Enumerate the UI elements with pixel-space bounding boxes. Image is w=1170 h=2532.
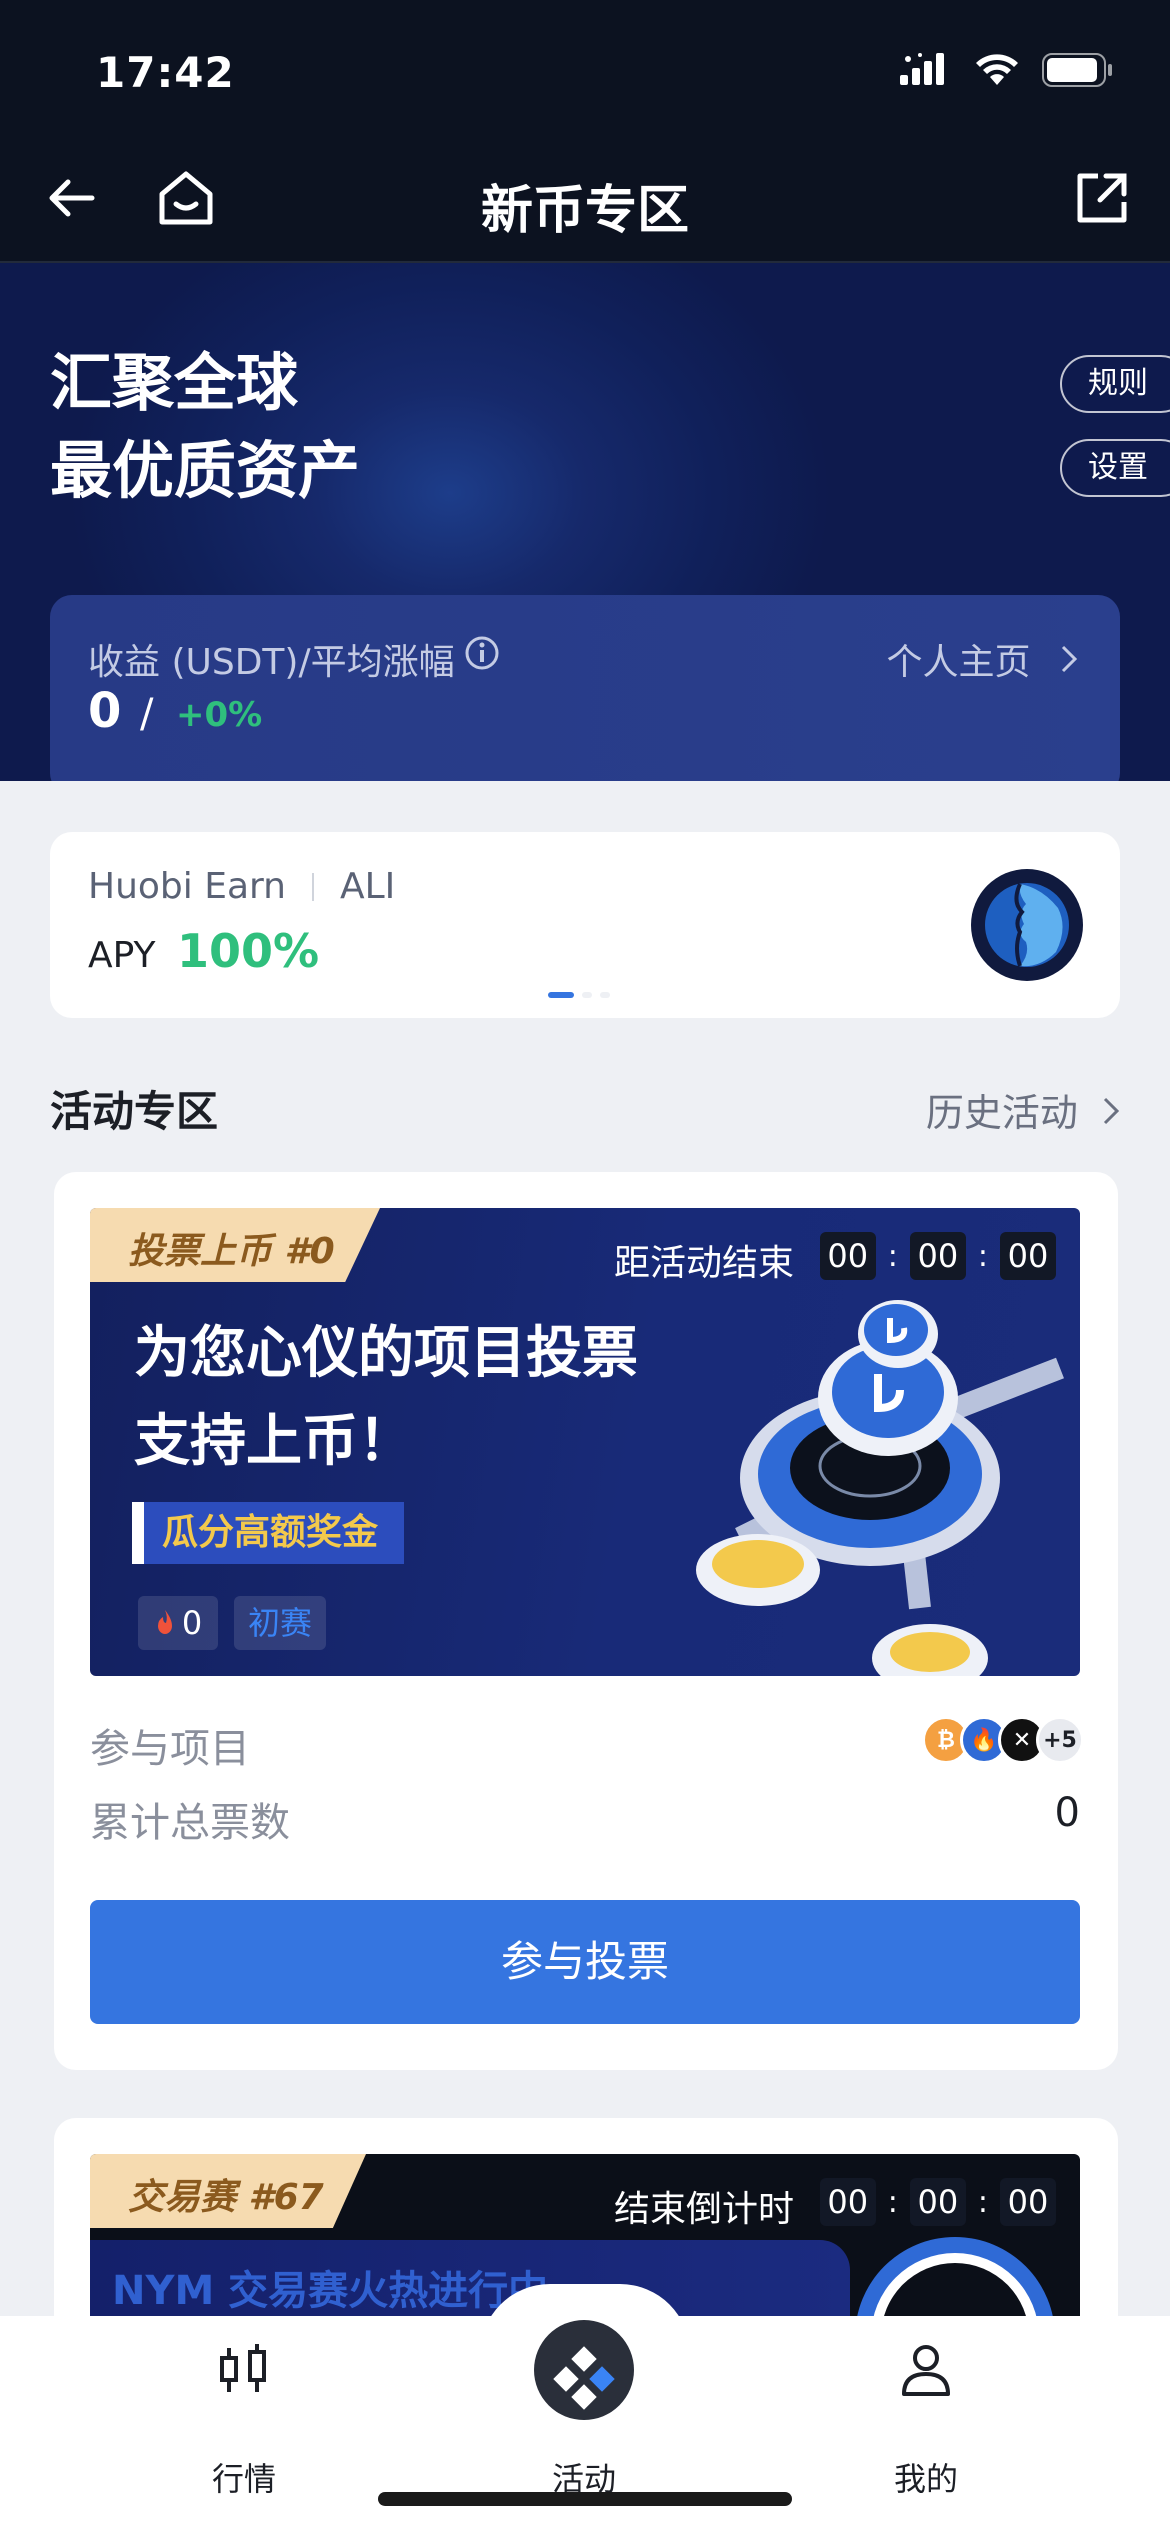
chevron-right-icon	[1061, 645, 1078, 673]
earn-banner-card[interactable]: Huobi Earn ALI APY 100%	[50, 832, 1120, 1018]
stage-chip: 初赛	[234, 1596, 326, 1650]
earn-asset: ALI	[340, 866, 396, 907]
avg-change-value: +0%	[176, 695, 263, 735]
hero-title: 汇聚全球 最优质资产	[50, 339, 360, 515]
countdown-seconds: 00	[1000, 2178, 1056, 2226]
home-indicator[interactable]	[378, 2492, 792, 2506]
chevron-right-icon	[1103, 1097, 1120, 1125]
activity-headline-line2: 支持上币！	[134, 1409, 414, 1474]
settings-button[interactable]: 设置	[1060, 439, 1170, 497]
tab-profile[interactable]: 我的	[826, 2330, 1026, 2498]
wifi-icon	[976, 54, 1018, 85]
profile-link-label: 个人主页	[886, 642, 1031, 683]
apy-label: APY	[88, 935, 156, 976]
profile-link[interactable]: 个人主页	[887, 633, 1078, 685]
tab-market-label: 行情	[211, 2460, 276, 2498]
earn-banner-header: Huobi Earn ALI	[88, 866, 395, 907]
hero-section: 汇聚全球 最优质资产 规则 设置 收益 (USDT)/平均涨幅 0 / +0% …	[0, 263, 1170, 781]
trading-banner-text: NYM 交易赛火热进行中	[112, 2268, 549, 2314]
carousel-dot[interactable]	[548, 992, 574, 998]
countdown-label: 结束倒计时	[613, 2189, 794, 2230]
battery-icon	[1042, 53, 1112, 87]
countdown-colon: :	[977, 1238, 988, 1274]
floating-coin-icon	[858, 1300, 938, 1368]
activity-headline: 为您心仪的项目投票 支持上币！	[134, 1310, 638, 1486]
rules-button[interactable]: 规则	[1060, 355, 1170, 413]
status-time: 17:42	[96, 48, 235, 97]
carousel-dot[interactable]	[600, 992, 610, 998]
share-icon[interactable]	[1070, 166, 1134, 230]
earnings-label: 收益 (USDT)/平均涨幅	[88, 642, 455, 683]
hero-title-line2: 最优质资产	[50, 434, 361, 507]
countdown-hours: 00	[819, 1232, 876, 1280]
apy-value: 100%	[177, 924, 320, 978]
countdown-colon: :	[887, 2184, 898, 2220]
activity-tag-label: 投票上币 #0	[128, 1231, 335, 1272]
history-link[interactable]: 历史活动	[926, 1082, 1120, 1137]
top-header: 17:42 新币专区	[0, 0, 1170, 263]
activity-banner-image[interactable]: 投票上币 #0 距活动结束 00 : 00 : 00 为您心仪的项目投票 支持上…	[90, 1208, 1080, 1676]
ali-coin-logo	[971, 869, 1083, 981]
earn-brand: Huobi Earn	[88, 866, 286, 907]
activity-headline-line1: 为您心仪的项目投票	[134, 1321, 638, 1386]
earnings-card: 收益 (USDT)/平均涨幅 0 / +0% 个人主页	[50, 595, 1120, 781]
carousel-dot[interactable]	[582, 992, 592, 998]
earn-apy-row: APY 100%	[88, 924, 319, 978]
page-title: 新币专区	[480, 181, 689, 241]
total-votes-value: 0	[1054, 1790, 1080, 1836]
activity-diamond-icon	[553, 2346, 615, 2410]
info-icon[interactable]	[464, 635, 500, 671]
tab-activity[interactable]: 活动	[484, 2330, 684, 2498]
countdown-colon: :	[887, 1238, 898, 1274]
activity-tag-label: 交易赛 #67	[128, 2177, 324, 2218]
countdown-timer: 00 : 00 : 00	[819, 1232, 1056, 1280]
status-icons	[900, 52, 1114, 88]
vote-button[interactable]: 参与投票	[90, 1900, 1080, 2024]
countdown-minutes: 00	[909, 2178, 966, 2226]
signal-icon	[900, 53, 944, 85]
countdown-seconds: 00	[1000, 1232, 1056, 1280]
tab-profile-label: 我的	[893, 2460, 958, 2498]
countdown-colon: :	[977, 2184, 988, 2220]
earn-banner-divider	[312, 872, 314, 901]
user-icon	[902, 2345, 950, 2396]
hot-count-chip: 0	[138, 1596, 218, 1650]
earnings-value: 0	[88, 683, 122, 739]
countdown-minutes: 00	[909, 1232, 966, 1280]
tab-market[interactable]: 行情	[144, 2330, 344, 2498]
activity-section-title: 活动专区	[50, 1087, 219, 1136]
carousel-dots	[548, 992, 610, 998]
activity-reward-banner: 瓜分高额奖金	[132, 1502, 404, 1564]
candlestick-icon	[220, 2344, 266, 2392]
history-link-label: 历史活动	[925, 1091, 1078, 1135]
hero-title-line1: 汇聚全球	[50, 346, 299, 419]
extra-count-badge: +5	[1036, 1716, 1084, 1764]
countdown-hours: 00	[819, 2178, 876, 2226]
nav-bar: 新币专区	[0, 150, 1170, 246]
hot-count: 0	[181, 1604, 203, 1642]
activity-card-vote: 投票上币 #0 距活动结束 00 : 00 : 00 为您心仪的项目投票 支持上…	[54, 1172, 1118, 2070]
fire-icon	[157, 1610, 172, 1634]
countdown-timer: 00 : 00 : 00	[819, 2178, 1056, 2226]
participant-avatars[interactable]: ₿ 🔥 ✕ +5	[922, 1716, 1084, 1764]
participants-label: 参与项目	[90, 1726, 250, 1772]
total-votes-label: 累计总票数	[90, 1800, 290, 1846]
earnings-separator: /	[140, 691, 154, 737]
